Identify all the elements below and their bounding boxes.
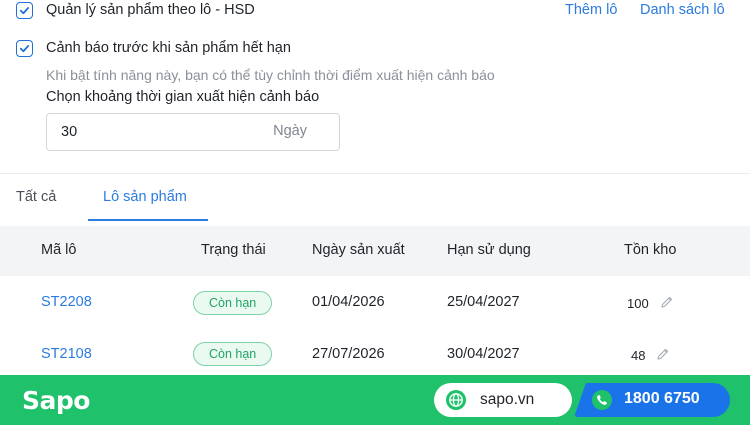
hotline-button[interactable]: 1800 6750 — [574, 383, 730, 417]
pencil-icon[interactable] — [660, 295, 674, 309]
warning-period-input[interactable] — [61, 114, 251, 150]
stock-quantity: 48 — [631, 348, 646, 363]
header-exp-date: Hạn sử dụng — [447, 242, 531, 258]
warning-period-field[interactable]: Ngày — [46, 113, 340, 151]
batch-list-link[interactable]: Danh sách lô — [640, 2, 725, 18]
mfg-date: 27/07/2026 — [312, 346, 385, 362]
batch-management-label: Quản lý sản phẩm theo lô - HSD — [46, 2, 255, 18]
expiry-warning-label: Cảnh báo trước khi sản phẩm hết hạn — [46, 40, 291, 56]
brand-logo: Sapo — [22, 386, 90, 415]
expiry-warning-checkbox[interactable] — [16, 40, 33, 57]
section-divider — [0, 173, 750, 174]
phone-icon — [592, 390, 612, 410]
footer-banner: Sapo sapo.vn 1800 6750 — [0, 375, 750, 425]
batch-code-link[interactable]: ST2108 — [41, 346, 92, 362]
header-status: Trạng thái — [201, 242, 266, 258]
pencil-icon[interactable] — [656, 347, 670, 361]
website-label: sapo.vn — [480, 391, 535, 408]
checkmark-icon — [19, 7, 30, 15]
header-batch-code: Mã lô — [41, 242, 77, 258]
hotline-label: 1800 6750 — [624, 390, 700, 407]
globe-icon — [446, 390, 466, 410]
tab-all[interactable]: Tất cả — [16, 189, 56, 205]
website-button[interactable]: sapo.vn — [434, 383, 572, 417]
stock-quantity: 100 — [627, 296, 649, 311]
status-badge: Còn hạn — [193, 291, 273, 315]
exp-date: 25/04/2027 — [447, 294, 520, 310]
warning-period-unit: Ngày — [273, 123, 307, 139]
checkmark-icon — [19, 45, 30, 53]
warning-period-label: Chọn khoảng thời gian xuất hiện cảnh báo — [46, 89, 320, 105]
mfg-date: 01/04/2026 — [312, 294, 385, 310]
tab-batches[interactable]: Lô sản phẩm — [103, 189, 187, 205]
status-badge: Còn hạn — [193, 342, 273, 366]
expiry-warning-hint: Khi bật tính năng này, bạn có thể tùy ch… — [46, 67, 495, 83]
header-stock: Tồn kho — [624, 242, 677, 258]
batch-management-checkbox[interactable] — [16, 2, 33, 19]
header-mfg-date: Ngày sản xuất — [312, 242, 405, 258]
active-tab-indicator — [88, 219, 208, 221]
add-batch-link[interactable]: Thêm lô — [565, 2, 617, 18]
exp-date: 30/04/2027 — [447, 346, 520, 362]
batch-code-link[interactable]: ST2208 — [41, 294, 92, 310]
